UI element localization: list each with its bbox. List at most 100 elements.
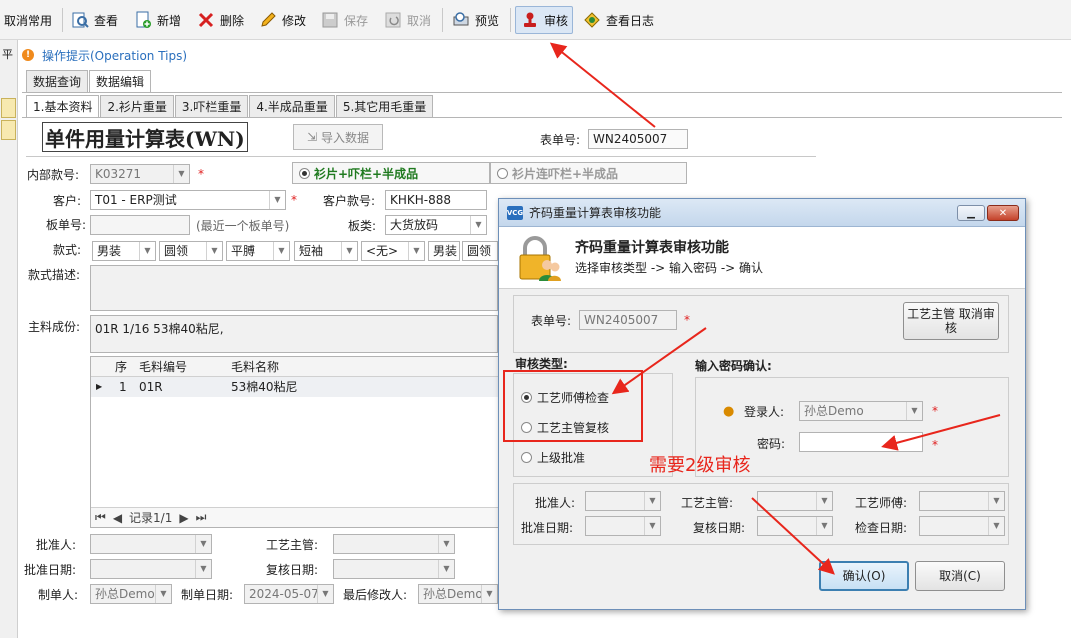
edit-button[interactable]: 修改: [258, 6, 306, 34]
chevron-down-icon[interactable]: ▼: [173, 165, 189, 183]
tab-body-weight[interactable]: 2.衫片重量: [100, 95, 174, 117]
radio-body-hem-semi[interactable]: 衫片+吓栏+半成品: [292, 162, 490, 184]
operation-tips[interactable]: ! 操作提示(Operation Tips): [22, 45, 187, 65]
left-strip-tab[interactable]: [1, 120, 16, 140]
style-combo-sleeve[interactable]: 短袖 ▼: [294, 241, 358, 261]
toolbar-label: 审核: [544, 13, 569, 28]
creator-combo[interactable]: 孙总Demo ▼: [90, 584, 172, 604]
dialog-approve-date-combo[interactable]: ▼: [585, 516, 661, 536]
style-combo-other[interactable]: <无> ▼: [361, 241, 425, 261]
tab-basic-info[interactable]: 1.基本资料: [26, 95, 100, 117]
customer-combo[interactable]: T01 - ERP测试 ▼: [90, 190, 286, 210]
tab-hem-weight[interactable]: 3.吓栏重量: [174, 95, 249, 117]
internal-style-combo[interactable]: K03271 ▼: [90, 164, 190, 184]
grid-cell-seq: 1: [119, 380, 127, 394]
login-user-combo[interactable]: 孙总Demo ▼: [799, 401, 923, 421]
confirm-button[interactable]: 确认(O): [819, 561, 909, 591]
minimize-button[interactable]: ▁: [957, 205, 985, 221]
grid-cell-name: 53棉40粘尼: [231, 380, 298, 394]
board-type-combo[interactable]: 大货放码 ▼: [385, 215, 487, 235]
style-desc-textarea[interactable]: [90, 265, 498, 311]
table-row[interactable]: ▶ 1 01R 53棉40粘尼: [91, 377, 499, 397]
chevron-down-icon[interactable]: ▼: [273, 242, 289, 260]
tab-data-query[interactable]: 数据查询: [26, 70, 89, 92]
next-record-icon[interactable]: ▶: [179, 511, 188, 525]
audit-button[interactable]: 审核: [515, 6, 574, 34]
approve-date-combo[interactable]: ▼: [90, 559, 212, 579]
style-combo-shoulder[interactable]: 平膊 ▼: [226, 241, 290, 261]
dialog-order-no-field[interactable]: WN2405007: [579, 310, 677, 330]
dialog-approver-combo[interactable]: ▼: [585, 491, 661, 511]
process-supervisor-combo[interactable]: ▼: [333, 534, 455, 554]
dialog-check-date-label: 检查日期:: [855, 521, 908, 535]
chevron-down-icon[interactable]: ▼: [906, 402, 922, 420]
customer-style-field[interactable]: KHKH-888: [385, 190, 487, 210]
tab-other-weight[interactable]: 5.其它用毛重量: [335, 95, 434, 117]
chevron-down-icon[interactable]: ▼: [438, 560, 454, 578]
delete-button[interactable]: 删除: [196, 6, 244, 34]
chevron-down-icon[interactable]: ▼: [988, 492, 1004, 510]
grid-header: 序 毛料编号 毛料名称: [91, 357, 499, 377]
board-no-field[interactable]: [90, 215, 190, 235]
toolbar-label: 查看: [94, 13, 119, 28]
tab-semi-weight[interactable]: 4.半成品重量: [249, 95, 335, 117]
preview-button[interactable]: 预览: [451, 6, 499, 34]
chevron-down-icon[interactable]: ▼: [481, 585, 497, 603]
create-date-combo[interactable]: 2024-05-07 ▼: [244, 584, 334, 604]
last-record-icon[interactable]: ⏭: [196, 510, 207, 525]
approver-combo[interactable]: ▼: [90, 534, 212, 554]
chevron-down-icon[interactable]: ▼: [988, 517, 1004, 535]
view-button[interactable]: 查看: [70, 6, 118, 34]
cancel-dialog-button[interactable]: 取消(C): [915, 561, 1005, 591]
dialog-recheck-date-combo[interactable]: ▼: [757, 516, 833, 536]
radio-body-with-hem-semi[interactable]: 衫片连吓栏+半成品: [490, 162, 687, 184]
close-icon: ✕: [998, 207, 1008, 219]
cancel-button[interactable]: 取消: [383, 6, 431, 34]
password-field[interactable]: [799, 432, 923, 452]
dialog-supervisor-combo[interactable]: ▼: [757, 491, 833, 511]
chevron-down-icon[interactable]: ▼: [317, 585, 333, 603]
main-material-textarea[interactable]: 01R 1/16 53棉40粘尼,: [90, 315, 498, 353]
left-strip-tab[interactable]: [1, 98, 16, 118]
save-button[interactable]: 保存: [320, 6, 368, 34]
chevron-down-icon[interactable]: ▼: [816, 517, 832, 535]
first-record-icon[interactable]: ⏮: [95, 510, 106, 525]
order-no-field[interactable]: WN2405007: [588, 129, 688, 149]
chevron-down-icon[interactable]: ▼: [408, 242, 424, 260]
close-button[interactable]: ✕: [987, 205, 1019, 221]
approve-date-label: 批准日期:: [24, 563, 77, 577]
chevron-down-icon[interactable]: ▼: [438, 535, 454, 553]
chevron-down-icon[interactable]: ▼: [206, 242, 222, 260]
chevron-down-icon[interactable]: ▼: [470, 216, 486, 234]
chevron-down-icon[interactable]: ▼: [341, 242, 357, 260]
add-button[interactable]: 新增: [133, 6, 181, 34]
prev-record-icon[interactable]: ◀: [113, 511, 122, 525]
dialog-master-combo[interactable]: ▼: [919, 491, 1005, 511]
last-modifier-combo[interactable]: 孙总Demo ▼: [418, 584, 498, 604]
toolbar-label: 删除: [220, 13, 245, 28]
dialog-check-date-combo[interactable]: ▼: [919, 516, 1005, 536]
chevron-down-icon[interactable]: ▼: [155, 585, 171, 603]
required-mark: *: [932, 404, 938, 418]
style-combo-collar[interactable]: 圆领 ▼: [159, 241, 223, 261]
unpin-button[interactable]: 取消常用: [4, 6, 52, 34]
chevron-down-icon[interactable]: ▼: [816, 492, 832, 510]
arrow-to-audit-button: [549, 42, 656, 128]
dialog-master-label: 工艺师傅:: [855, 496, 908, 510]
chevron-down-icon[interactable]: ▼: [644, 517, 660, 535]
chevron-down-icon[interactable]: ▼: [195, 560, 211, 578]
chevron-down-icon[interactable]: ▼: [139, 242, 155, 260]
view-log-button[interactable]: 查看日志: [582, 6, 654, 34]
recheck-date-combo[interactable]: ▼: [333, 559, 455, 579]
dialog-titlebar[interactable]: VCG 齐码重量计算表审核功能: [499, 199, 1025, 227]
cancel-audit-button[interactable]: 工艺主管 取消审核: [903, 302, 999, 340]
view-icon: [70, 10, 90, 30]
style-combo-gender[interactable]: 男装 ▼: [92, 241, 156, 261]
tab-data-edit[interactable]: 数据编辑: [89, 70, 152, 92]
chevron-down-icon[interactable]: ▼: [269, 191, 285, 209]
chevron-down-icon[interactable]: ▼: [644, 492, 660, 510]
import-data-button[interactable]: ⇲ 导入数据: [293, 124, 383, 150]
required-mark: *: [684, 313, 690, 327]
audit-type-superior-approve[interactable]: 上级批准: [521, 449, 585, 466]
chevron-down-icon[interactable]: ▼: [195, 535, 211, 553]
